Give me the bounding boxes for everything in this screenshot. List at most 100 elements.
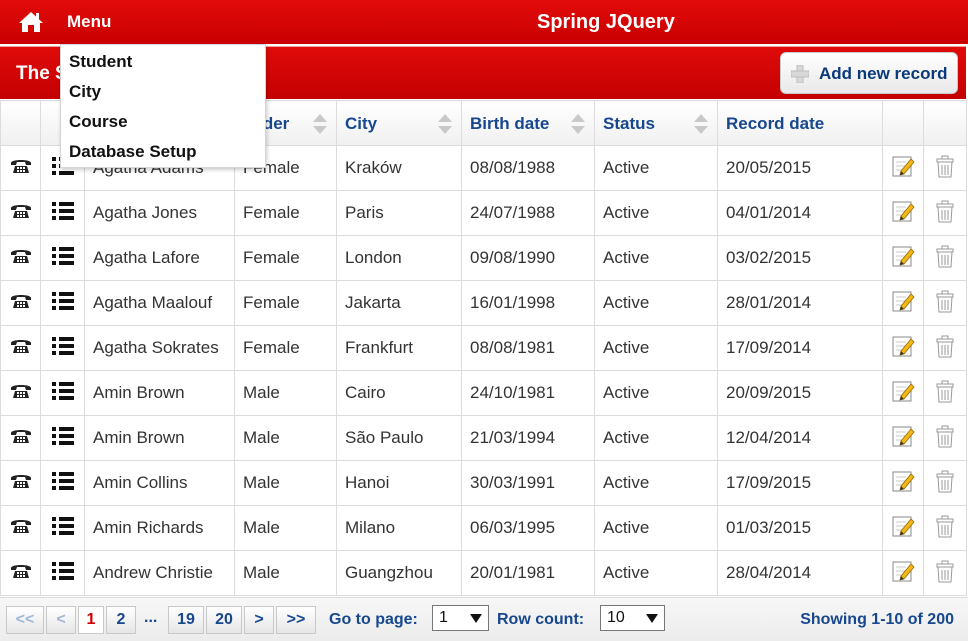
edit-icon[interactable]: [891, 379, 915, 408]
goto-page-select[interactable]: 1: [432, 605, 489, 631]
phone-icon[interactable]: [10, 562, 32, 585]
row-count-select[interactable]: 10: [600, 605, 665, 631]
page-button-1[interactable]: 1: [78, 606, 104, 634]
menu-item-city[interactable]: City: [69, 82, 101, 102]
last-page-button[interactable]: >>: [276, 606, 316, 634]
delete-icon[interactable]: [934, 469, 956, 498]
header-birth-date[interactable]: Birth date: [461, 100, 595, 146]
list-icon[interactable]: [51, 290, 75, 317]
phone-cell[interactable]: [0, 145, 41, 191]
details-cell[interactable]: [40, 370, 85, 416]
edit-cell[interactable]: [882, 280, 924, 326]
list-icon[interactable]: [51, 335, 75, 362]
details-cell[interactable]: [40, 415, 85, 461]
header-status[interactable]: Status: [594, 100, 718, 146]
delete-icon[interactable]: [934, 199, 956, 228]
delete-icon[interactable]: [934, 424, 956, 453]
first-page-button[interactable]: <<: [6, 606, 44, 634]
phone-icon[interactable]: [10, 202, 32, 225]
prev-page-button[interactable]: <: [46, 606, 76, 634]
edit-icon[interactable]: [891, 514, 915, 543]
edit-icon[interactable]: [891, 469, 915, 498]
delete-icon[interactable]: [934, 154, 956, 183]
details-cell[interactable]: [40, 190, 85, 236]
edit-cell[interactable]: [882, 190, 924, 236]
menu-item-database-setup[interactable]: Database Setup: [69, 142, 197, 162]
phone-cell[interactable]: [0, 190, 41, 236]
next-page-button[interactable]: >: [244, 606, 274, 634]
details-cell[interactable]: [40, 235, 85, 281]
details-cell[interactable]: [40, 460, 85, 506]
table-row[interactable]: Agatha Maalouf Female Jakarta 16/01/1998 Act…: [0, 280, 967, 326]
edit-icon[interactable]: [891, 244, 915, 273]
edit-cell[interactable]: [882, 550, 924, 596]
phone-icon[interactable]: [10, 337, 32, 360]
list-icon[interactable]: [51, 470, 75, 497]
list-icon[interactable]: [51, 515, 75, 542]
delete-cell[interactable]: [923, 460, 967, 506]
table-row[interactable]: Amin Richards Male Milano 06/03/1995 Active 0…: [0, 505, 967, 551]
table-row[interactable]: Amin Brown Male Cairo 24/10/1981 Active 20/09…: [0, 370, 967, 416]
phone-cell[interactable]: [0, 505, 41, 551]
phone-cell[interactable]: [0, 235, 41, 281]
page-button-20[interactable]: 20: [206, 606, 242, 634]
phone-icon[interactable]: [10, 292, 32, 315]
list-icon[interactable]: [51, 380, 75, 407]
sort-arrows-icon[interactable]: [570, 112, 586, 136]
details-cell[interactable]: [40, 280, 85, 326]
menu-item-student[interactable]: Student: [69, 52, 132, 72]
delete-icon[interactable]: [934, 379, 956, 408]
delete-icon[interactable]: [934, 289, 956, 318]
delete-icon[interactable]: [934, 559, 956, 588]
phone-icon[interactable]: [10, 517, 32, 540]
phone-cell[interactable]: [0, 550, 41, 596]
delete-icon[interactable]: [934, 244, 956, 273]
phone-cell[interactable]: [0, 415, 41, 461]
details-cell[interactable]: [40, 325, 85, 371]
edit-cell[interactable]: [882, 505, 924, 551]
add-new-record-button[interactable]: Add new record: [780, 52, 958, 94]
edit-icon[interactable]: [891, 334, 915, 363]
delete-cell[interactable]: [923, 190, 967, 236]
table-row[interactable]: Agatha Lafore Female London 09/08/1990 Activ…: [0, 235, 967, 281]
edit-icon[interactable]: [891, 559, 915, 588]
table-row[interactable]: Amin Collins Male Hanoi 30/03/1991 Active 17/…: [0, 460, 967, 506]
delete-cell[interactable]: [923, 145, 967, 191]
delete-cell[interactable]: [923, 370, 967, 416]
phone-cell[interactable]: [0, 280, 41, 326]
list-icon[interactable]: [51, 425, 75, 452]
list-icon[interactable]: [51, 200, 75, 227]
header-city[interactable]: City: [336, 100, 462, 146]
edit-cell[interactable]: [882, 325, 924, 371]
phone-cell[interactable]: [0, 325, 41, 371]
menu-button[interactable]: Menu: [67, 12, 111, 32]
table-row[interactable]: Andrew Christie Male Guangzhou 20/01/1981 Ac…: [0, 550, 967, 596]
edit-icon[interactable]: [891, 424, 915, 453]
delete-cell[interactable]: [923, 235, 967, 281]
delete-icon[interactable]: [934, 334, 956, 363]
header-record-date[interactable]: Record date: [717, 100, 883, 146]
delete-cell[interactable]: [923, 325, 967, 371]
phone-icon[interactable]: [10, 382, 32, 405]
edit-cell[interactable]: [882, 235, 924, 281]
phone-icon[interactable]: [10, 472, 32, 495]
edit-cell[interactable]: [882, 370, 924, 416]
edit-icon[interactable]: [891, 289, 915, 318]
edit-icon[interactable]: [891, 199, 915, 228]
table-row[interactable]: Amin Brown Male São Paulo 21/03/1994 Active 1…: [0, 415, 967, 461]
page-button-2[interactable]: 2: [106, 606, 136, 634]
details-cell[interactable]: [40, 550, 85, 596]
delete-cell[interactable]: [923, 505, 967, 551]
phone-cell[interactable]: [0, 460, 41, 506]
page-button-19[interactable]: 19: [168, 606, 204, 634]
phone-icon[interactable]: [10, 247, 32, 270]
sort-arrows-icon[interactable]: [437, 112, 453, 136]
home-icon[interactable]: [18, 10, 44, 34]
details-cell[interactable]: [40, 505, 85, 551]
list-icon[interactable]: [51, 245, 75, 272]
phone-icon[interactable]: [10, 157, 32, 180]
edit-cell[interactable]: [882, 460, 924, 506]
phone-cell[interactable]: [0, 370, 41, 416]
table-row[interactable]: Agatha Sokrates Female Frankfurt 08/08/1981…: [0, 325, 967, 371]
sort-arrows-icon[interactable]: [312, 112, 328, 136]
